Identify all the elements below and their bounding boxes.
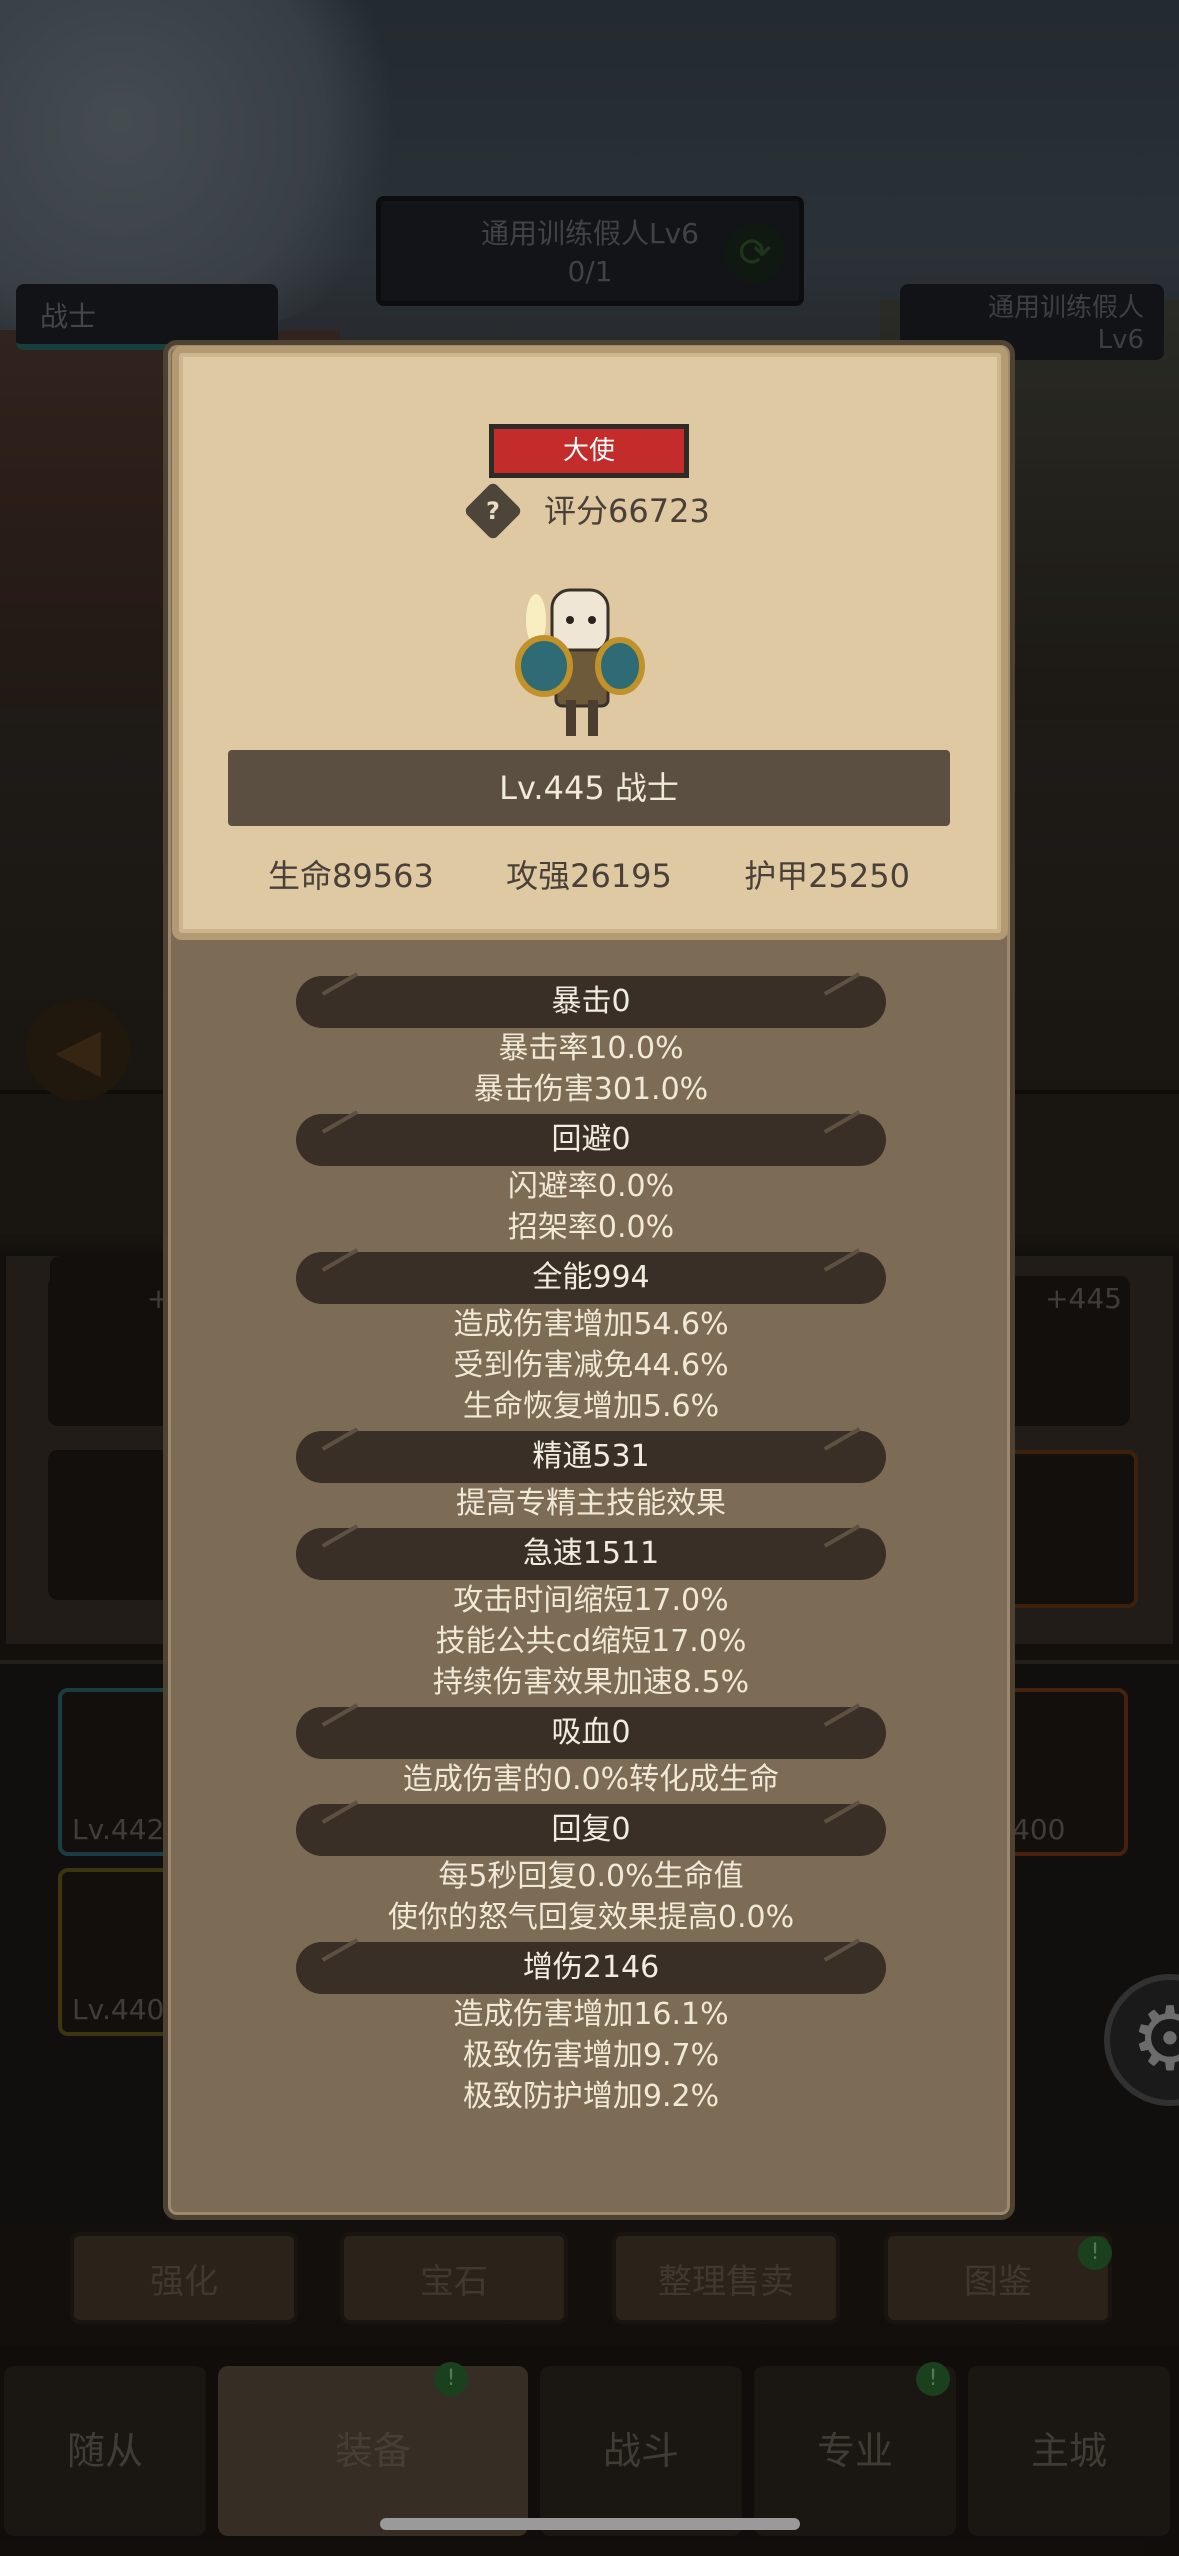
warrior-portrait xyxy=(515,588,645,736)
stat-header-haste: 急速1511 xyxy=(296,1528,886,1580)
stat-header-damage-bonus: 增伤2146 xyxy=(296,1942,886,1994)
stat-list: 暴击0 暴击率10.0% 暴击伤害301.0% 回避0 闪避率0.0% 招架率0… xyxy=(296,972,886,2117)
armor-stat: 护甲25250 xyxy=(744,857,910,895)
stat-line: 每5秒回复0.0%生命值 xyxy=(438,1859,744,1894)
stat-line: 生命恢复增加5.6% xyxy=(462,1389,720,1424)
stat-line: 攻击时间缩短17.0% xyxy=(453,1583,729,1618)
stat-header-crit: 暴击0 xyxy=(296,976,886,1028)
stat-line: 提高专精主技能效果 xyxy=(456,1486,726,1521)
stat-line: 造成伤害增加16.1% xyxy=(453,1997,729,2032)
home-indicator[interactable] xyxy=(380,2518,800,2530)
stat-header-versatility: 全能994 xyxy=(296,1252,886,1304)
stat-header-mastery: 精通531 xyxy=(296,1431,886,1483)
stat-header-dodge: 回避0 xyxy=(296,1114,886,1166)
attack-stat: 攻强26195 xyxy=(506,857,672,895)
stat-line: 招架率0.0% xyxy=(507,1210,675,1245)
stat-line: 使你的怒气回复效果提高0.0% xyxy=(387,1900,795,1935)
stat-line: 造成伤害的0.0%转化成生命 xyxy=(402,1762,780,1797)
base-stats: 生命89563 攻强26195 护甲25250 xyxy=(228,846,950,906)
stat-header-leech: 吸血0 xyxy=(296,1707,886,1759)
stat-line: 造成伤害增加54.6% xyxy=(453,1307,729,1342)
hp-stat: 生命89563 xyxy=(268,857,434,895)
stat-line: 极致防护增加9.2% xyxy=(462,2079,720,2114)
score-row: ? 评分66723 xyxy=(463,481,772,541)
stat-line: 极致伤害增加9.7% xyxy=(462,2038,720,2073)
stat-header-regen: 回复0 xyxy=(296,1804,886,1856)
stat-line: 技能公共cd缩短17.0% xyxy=(435,1624,747,1659)
stat-line: 暴击伤害301.0% xyxy=(473,1072,709,1107)
rank-badge: 大使 xyxy=(489,424,689,478)
question-icon[interactable]: ? xyxy=(463,481,523,541)
stat-line: 持续伤害效果加速8.5% xyxy=(432,1665,750,1700)
stat-line: 闪避率0.0% xyxy=(507,1169,675,1204)
score-value: 评分66723 xyxy=(544,492,710,530)
level-class-bar: Lv.445 战士 xyxy=(228,750,950,826)
stat-line: 暴击率10.0% xyxy=(498,1031,684,1066)
stat-line: 受到伤害减免44.6% xyxy=(453,1348,729,1383)
